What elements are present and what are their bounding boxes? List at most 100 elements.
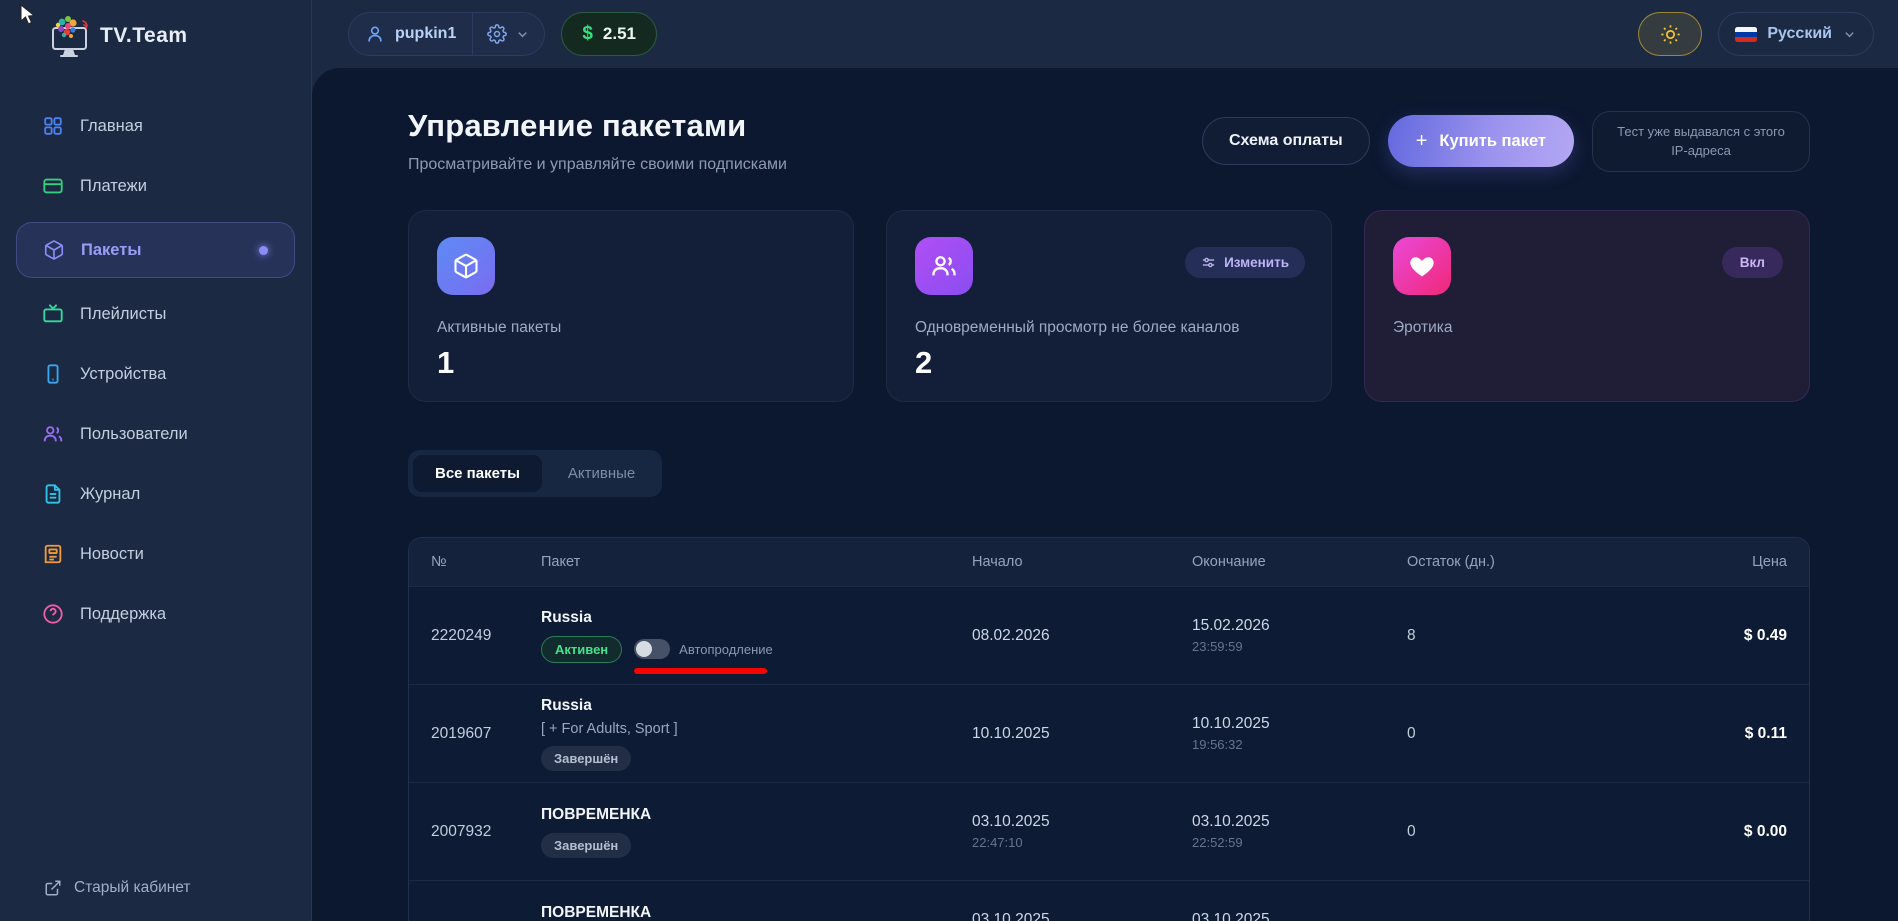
payment-scheme-button[interactable]: Схема оплаты [1201, 117, 1370, 165]
newspaper-icon [44, 544, 62, 564]
external-link-icon [45, 880, 61, 896]
sidebar-item-label: Устройства [80, 364, 167, 383]
user-account[interactable]: pupkin1 [349, 13, 472, 55]
price: $ 0.11 [1744, 724, 1787, 742]
page-subtitle: Просматривайте и управляйте своими подпи… [408, 156, 787, 173]
package-name: Russia [541, 696, 592, 714]
language-selector[interactable]: Русский [1718, 12, 1874, 56]
status-badge-active: Активен [541, 635, 623, 663]
start-date: 08.02.2026 [972, 626, 1050, 644]
erotica-status-badge[interactable]: Вкл [1721, 247, 1783, 278]
dollar-icon: $ [582, 23, 593, 44]
package-name: ПОВРЕМЕНКА [541, 903, 652, 921]
column-header-end: Окончание [1192, 554, 1266, 570]
topbar: pupkin1 $ 2.51 Русский [312, 0, 1898, 68]
sidebar-item-home[interactable]: Главная [16, 100, 295, 152]
package-name: ПОВРЕМЕНКА [541, 805, 652, 823]
erotica-card: Вкл Эротика [1364, 210, 1810, 402]
autorenew-label: Автопродление [679, 641, 773, 657]
sidebar-item-support[interactable]: Поддержка [16, 588, 295, 640]
change-button[interactable]: Изменить [1185, 247, 1305, 278]
start-date: 03.10.2025 [972, 911, 1050, 921]
theme-toggle-button[interactable] [1638, 12, 1703, 56]
card-label: Одновременный просмотр не более каналов [915, 319, 1240, 336]
buy-package-button[interactable]: + Купить пакет [1387, 115, 1574, 167]
days-left: 8 [1407, 626, 1416, 644]
autorenew-toggle[interactable] [634, 639, 671, 659]
price: $ 0.49 [1743, 626, 1787, 644]
balance-button[interactable]: $ 2.51 [561, 12, 658, 56]
brand-logo[interactable]: TV.Team [0, 0, 311, 58]
days-left: 0 [1407, 724, 1416, 742]
package-tile-icon [437, 237, 495, 295]
sidebar-item-news[interactable]: Новости [16, 528, 295, 580]
days-left: 0 [1407, 822, 1416, 840]
main-content: Управление пакетами Просматривайте и упр… [312, 68, 1898, 921]
tab-active-packages[interactable]: Активные [546, 455, 657, 492]
brand-name: TV.Team [100, 24, 188, 47]
dashboard-icon [44, 117, 62, 135]
sidebar-item-label: Журнал [80, 484, 141, 503]
users-tile-icon [915, 237, 973, 295]
sidebar-item-label: Плейлисты [80, 304, 167, 323]
status-badge-finished: Завершён [541, 832, 632, 858]
language-label: Русский [1767, 25, 1832, 42]
sidebar-item-label: Пользователи [80, 424, 188, 443]
user-menu[interactable]: pupkin1 [348, 12, 546, 56]
simultaneous-viewing-card: Изменить Одновременный просмотр не более… [886, 210, 1332, 402]
column-header-package: Пакет [541, 554, 581, 570]
column-header-start: Начало [972, 554, 1023, 570]
sidebar-item-devices[interactable]: Устройства [16, 348, 295, 400]
table-header: № Пакет Начало Окончание Остаток (дн.) Ц… [409, 538, 1809, 586]
column-header-id: № [431, 554, 447, 570]
sliders-icon [1202, 257, 1215, 268]
packages-notification-dot [259, 245, 268, 255]
help-circle-icon [43, 604, 63, 624]
end-time: 19:56:32 [1192, 737, 1243, 752]
heart-tile-icon [1393, 237, 1451, 295]
credit-card-icon [43, 178, 63, 194]
sidebar-item-label: Главная [80, 116, 143, 135]
start-date: 03.10.2025 [972, 813, 1050, 830]
table-row: 2220249 Russia Активен Автопродление 08.… [409, 586, 1809, 684]
tab-all-packages[interactable]: Все пакеты [413, 455, 542, 492]
sidebar-item-label: Новости [80, 544, 144, 563]
table-row: 2007925 ПОВРЕМЕНКА Завершён 03.10.2025 2… [409, 880, 1809, 921]
document-icon [45, 484, 61, 504]
old-cabinet-label: Старый кабинет [74, 879, 191, 896]
package-subtitle: [ + For Adults, Sport ] [541, 720, 678, 737]
gear-icon [487, 24, 508, 44]
end-time: 22:52:59 [1192, 835, 1243, 850]
page-title: Управление пакетами [408, 108, 747, 143]
smartphone-icon [47, 364, 59, 384]
sidebar-item-label: Поддержка [80, 604, 167, 623]
sidebar-item-users[interactable]: Пользователи [16, 408, 295, 460]
end-date: 10.10.2025 [1192, 715, 1270, 732]
sidebar-nav: Главная Платежи Пакеты Плейлисты Устройс… [0, 100, 311, 640]
status-badge-finished: Завершён [541, 745, 632, 771]
test-issued-note: Тест уже выдавался с этого IP-адреса [1592, 110, 1810, 172]
active-packages-card: Активные пакеты 1 [408, 210, 854, 402]
balance-value: 2.51 [602, 24, 637, 43]
card-label: Эротика [1393, 319, 1453, 336]
chevron-down-icon [1845, 31, 1854, 37]
sidebar-item-label: Пакеты [81, 240, 142, 259]
packages-table: № Пакет Начало Окончание Остаток (дн.) Ц… [408, 537, 1810, 921]
russia-flag-icon [1735, 26, 1758, 42]
package-id: 2220249 [431, 626, 492, 644]
user-settings[interactable] [472, 13, 544, 55]
chevron-down-icon [518, 31, 528, 37]
old-cabinet-link[interactable]: Старый кабинет [44, 879, 191, 897]
card-value: 2 [915, 345, 933, 380]
sidebar-item-packages[interactable]: Пакеты [16, 222, 295, 278]
sidebar-item-payments[interactable]: Платежи [16, 160, 295, 212]
sidebar-item-journal[interactable]: Журнал [16, 468, 295, 520]
package-name: Russia [541, 608, 592, 626]
annotation-red-underline [634, 668, 768, 674]
sidebar-item-playlists[interactable]: Плейлисты [16, 288, 295, 340]
table-row: 2007932 ПОВРЕМЕНКА Завершён 03.10.2025 2… [409, 782, 1809, 880]
end-date: 15.02.2026 [1192, 617, 1270, 634]
package-icon [44, 240, 64, 260]
sun-icon [1661, 24, 1680, 44]
tv-icon [43, 304, 63, 323]
